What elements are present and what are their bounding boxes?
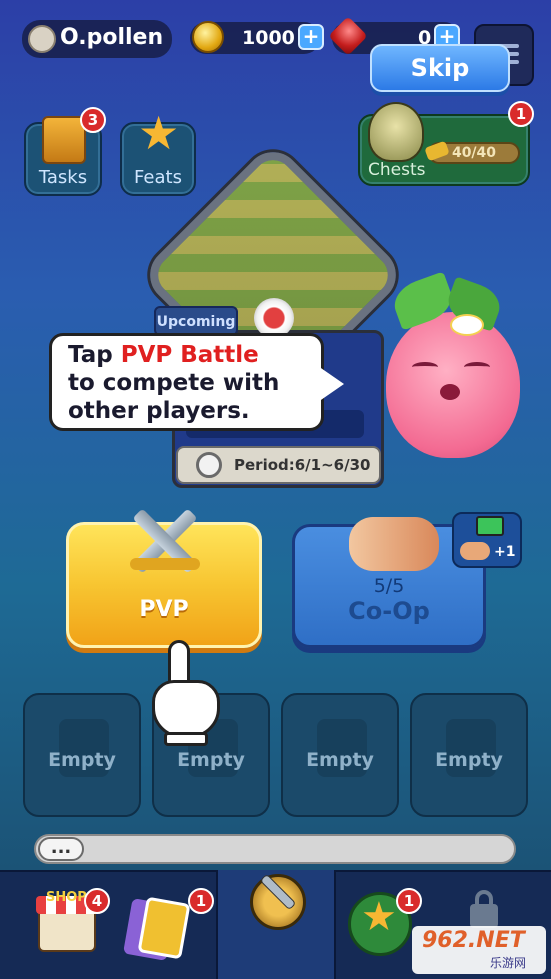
feats-label: Feats <box>134 167 182 188</box>
crossed-swords-icon <box>120 502 210 582</box>
nav-cards-tab[interactable] <box>112 870 216 979</box>
event-status-label: Upcoming <box>156 314 236 330</box>
skip-label: Skip <box>410 54 470 82</box>
tooltip-line1: Tap PVP Battle <box>68 342 259 368</box>
event-period-text: Period:6/1~6/30 <box>234 456 371 474</box>
coop-bonus-button[interactable]: +1 <box>452 512 522 568</box>
coop-label: Co-Op <box>348 597 430 625</box>
slot-label: Empty <box>306 749 374 771</box>
feats-button[interactable]: ★ Feats <box>120 110 196 196</box>
lock-shackle <box>475 890 493 906</box>
coin-amount: 1000 <box>242 27 295 49</box>
tooltip-prefix: Tap <box>68 342 121 368</box>
mascot-eye-right <box>464 362 490 372</box>
username: O.pollen <box>60 25 164 50</box>
deck-slot-1[interactable]: Empty <box>23 693 141 817</box>
shop-badge: 4 <box>84 888 110 914</box>
tooltip-line3: other players. <box>68 398 250 424</box>
tooltip-tail <box>318 366 344 402</box>
deck-slot-3[interactable]: Empty <box>281 693 399 817</box>
event-status-tag: Upcoming <box>154 306 238 336</box>
watermark-subtext: 乐游网 <box>490 956 527 970</box>
site-watermark: 962.NET 乐游网 <box>412 926 546 974</box>
nav-shop-tab[interactable]: SHOP <box>0 870 110 979</box>
gem-icon <box>328 16 368 56</box>
slot-label: Empty <box>435 749 503 771</box>
stopwatch-icon <box>196 452 222 478</box>
profile-pill[interactable]: O.pollen <box>22 20 172 58</box>
handshake-icon <box>349 517 439 571</box>
chests-badge: 1 <box>508 101 534 127</box>
tasks-badge: 3 <box>80 107 106 133</box>
video-icon <box>476 516 504 536</box>
chat-dots: ... <box>50 837 72 858</box>
event-medal-icon <box>254 298 294 338</box>
cards-icon <box>137 896 191 960</box>
coop-bonus-text: +1 <box>494 544 516 560</box>
chests-button[interactable]: 40/40 Chests <box>358 102 530 186</box>
shop-label: SHOP <box>46 890 87 905</box>
battle-shield-icon <box>250 874 306 930</box>
chest-creature-icon <box>368 102 424 162</box>
slot-label: Empty <box>48 749 116 771</box>
mascot-flower <box>450 314 484 336</box>
book-icon <box>42 116 86 164</box>
handshake-small-icon <box>460 542 490 560</box>
watermark-text: 962.NET <box>422 928 525 953</box>
rank-badge: 1 <box>396 888 422 914</box>
palm <box>152 680 220 738</box>
event-period-bar: Period:6/1~6/30 <box>176 446 381 484</box>
cards-badge: 1 <box>188 888 214 914</box>
add-coins-button[interactable]: + <box>298 24 324 50</box>
coop-count: 5/5 <box>373 575 405 597</box>
tooltip-line2: to compete with <box>68 370 280 396</box>
slot-label: Empty <box>177 749 245 771</box>
tap-hand-icon <box>150 640 222 748</box>
cuff <box>164 732 208 746</box>
tasks-button[interactable]: Tasks <box>24 116 102 196</box>
coin-icon <box>192 21 224 53</box>
mascot-character <box>378 271 526 466</box>
pvp-label: PVP <box>139 597 189 622</box>
skip-button[interactable]: Skip <box>370 44 510 92</box>
chat-bubble-icon: ... <box>38 837 84 861</box>
lock-icon <box>470 890 498 928</box>
deck-slot-4[interactable]: Empty <box>410 693 528 817</box>
star-icon: ★ <box>138 106 180 160</box>
tooltip-highlight: PVP Battle <box>120 342 259 368</box>
mascot-eye-left <box>412 362 438 372</box>
chests-label: Chests <box>368 160 426 180</box>
nav-battle-tab[interactable] <box>216 870 336 979</box>
rank-star-icon: ★ <box>361 894 397 940</box>
chat-bar[interactable]: ... <box>34 834 516 864</box>
tutorial-tooltip: Tap PVP Battle to compete with other pla… <box>49 333 344 431</box>
sword-guard <box>130 558 200 570</box>
mascot-mouth <box>440 384 460 400</box>
avatar-icon <box>28 25 56 53</box>
tasks-label: Tasks <box>38 167 88 188</box>
